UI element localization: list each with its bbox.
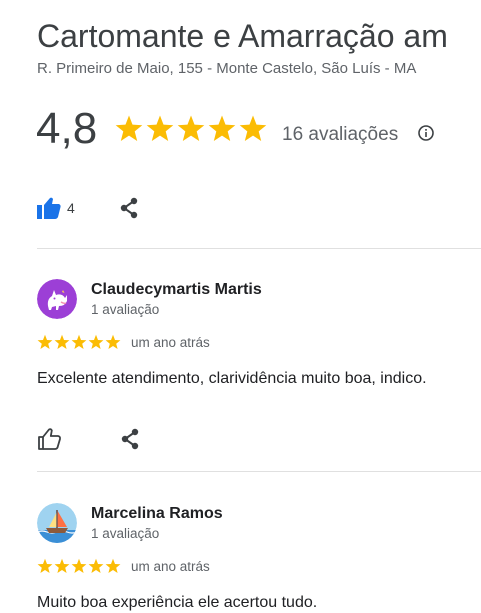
review-like-button[interactable]: [37, 427, 63, 451]
review-date: um ano atrás: [131, 335, 210, 350]
star-icon: [146, 115, 174, 141]
star-icon: [37, 558, 53, 573]
star-icon: [54, 558, 70, 573]
star-icon: [37, 334, 53, 349]
star-icon: [208, 115, 236, 141]
divider: [37, 471, 481, 472]
reviewer-review-count: 1 avaliação: [91, 526, 160, 541]
thumbs-up-icon: [37, 197, 61, 219]
share-button[interactable]: [118, 197, 140, 219]
review-stars: [37, 558, 123, 580]
star-icon: [115, 115, 143, 141]
review-text: Muito boa experiência ele acertou tudo.: [37, 594, 318, 611]
rating-stars: [114, 114, 270, 149]
star-icon: [71, 334, 87, 349]
business-title: Cartomante e Amarração am: [37, 18, 448, 54]
star-icon: [239, 115, 267, 141]
review-count-link[interactable]: 16 avaliações: [282, 124, 398, 146]
like-count: 4: [67, 200, 75, 216]
review-card: Marcelina Ramos 1 avaliação um ano atrás…: [37, 503, 481, 612]
star-icon: [105, 558, 121, 573]
reviewer-review-count: 1 avaliação: [91, 302, 160, 317]
star-icon: [71, 558, 87, 573]
rating-value: 4,8: [36, 104, 98, 153]
review-card: Claudecymartis Martis 1 avaliação um ano…: [37, 279, 481, 451]
reviewer-name[interactable]: Marcelina Ramos: [91, 504, 223, 524]
star-icon: [105, 334, 121, 349]
sailboat-avatar-icon[interactable]: [37, 503, 77, 543]
business-address: R. Primeiro de Maio, 155 - Monte Castelo…: [37, 60, 417, 77]
review-stars: [37, 334, 123, 356]
like-button[interactable]: 4: [37, 197, 75, 219]
review-share-button[interactable]: [119, 428, 141, 450]
star-icon: [177, 115, 205, 141]
review-text: Excelente atendimento, clarividência mui…: [37, 370, 427, 387]
unicorn-avatar-icon[interactable]: [37, 279, 77, 319]
info-icon[interactable]: [418, 125, 434, 141]
share-icon: [121, 428, 139, 450]
reviewer-name[interactable]: Claudecymartis Martis: [91, 280, 262, 300]
thumbs-up-outline-icon: [38, 428, 61, 450]
star-icon: [88, 558, 104, 573]
share-icon: [120, 197, 138, 219]
review-date: um ano atrás: [131, 559, 210, 574]
divider: [37, 248, 481, 249]
star-icon: [88, 334, 104, 349]
star-icon: [54, 334, 70, 349]
